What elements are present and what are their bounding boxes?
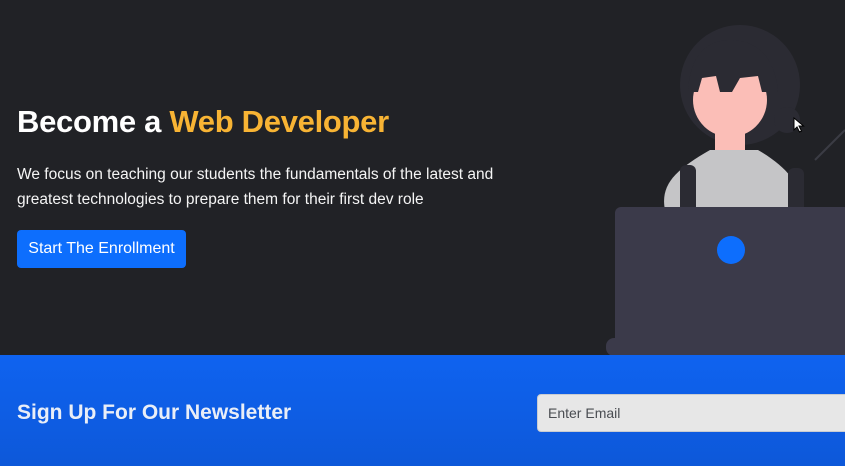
hero-title-accent: Web Developer (169, 104, 389, 139)
hero-description: We focus on teaching our students the fu… (17, 166, 494, 208)
newsletter-section: Sign Up For Our Newsletter (0, 355, 845, 466)
developer-illustration-icon (606, 25, 845, 355)
mouse-pointer-icon (793, 117, 805, 133)
newsletter-title: Sign Up For Our Newsletter (17, 401, 292, 424)
start-enrollment-button[interactable]: Start The Enrollment (17, 230, 186, 268)
hero-title-prefix: Become a (17, 104, 170, 139)
email-input[interactable] (537, 394, 845, 432)
hero-section: Become a Web Developer We focus on teach… (0, 0, 845, 355)
hero-title: Become a Web Developer (17, 104, 389, 140)
